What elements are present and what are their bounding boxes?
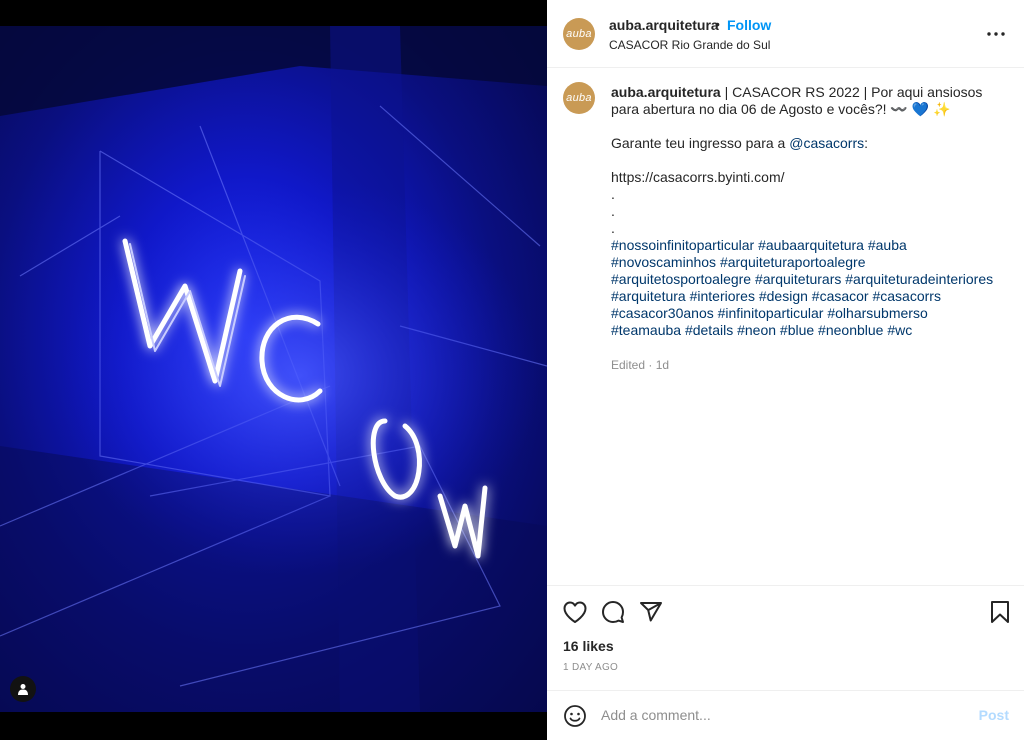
share-icon[interactable]: [637, 598, 665, 626]
heart-icon[interactable]: [561, 598, 589, 626]
comment-icon[interactable]: [599, 598, 627, 626]
mention-link[interactable]: @casacorrs: [789, 135, 864, 151]
follow-button[interactable]: Follow: [727, 17, 771, 33]
neon-sign-image: WC: [0, 26, 547, 712]
post-header: auba auba.arquitetura • Follow CASACOR R…: [547, 0, 1024, 68]
caption-line-prefix: Garante teu ingresso para a: [611, 135, 790, 151]
caption-section: auba auba.arquitetura | CASACOR RS 2022 …: [547, 68, 1024, 585]
caption-url: https://casacorrs.byinti.com/: [611, 169, 785, 185]
caption-text: auba.arquitetura | CASACOR RS 2022 | Por…: [611, 84, 1001, 339]
caption-line-suffix: :: [864, 135, 869, 151]
separator-dot: •: [715, 16, 720, 32]
emoji-icon[interactable]: [563, 704, 587, 728]
caption-dot: .: [611, 203, 615, 219]
bookmark-icon[interactable]: [986, 598, 1014, 626]
user-tag-icon[interactable]: [10, 676, 36, 702]
post-button[interactable]: Post: [979, 707, 1009, 723]
more-options-icon[interactable]: [984, 22, 1008, 46]
post-time: 1 DAY AGO: [563, 662, 619, 673]
comment-bar: Post: [547, 690, 1024, 740]
hashtags[interactable]: #nossoinfinitoparticular #aubaarquitetur…: [611, 237, 1001, 339]
likes-count[interactable]: 16 likes: [563, 638, 614, 654]
caption-avatar[interactable]: auba: [563, 82, 595, 114]
caption-dot: .: [611, 220, 615, 236]
caption-username[interactable]: auba.arquitetura: [611, 84, 721, 100]
post-image[interactable]: WC: [0, 26, 547, 712]
username-link[interactable]: auba.arquitetura: [609, 17, 719, 33]
location-link[interactable]: CASACOR Rio Grande do Sul: [609, 38, 770, 52]
post-details-panel: auba auba.arquitetura • Follow CASACOR R…: [547, 0, 1024, 740]
edited-timestamp: Edited · 1d: [611, 358, 670, 372]
action-bar: [547, 585, 1024, 635]
post-media: WC: [0, 0, 547, 740]
comment-input[interactable]: [601, 705, 961, 725]
avatar[interactable]: auba: [563, 18, 595, 50]
caption-dot: .: [611, 186, 615, 202]
